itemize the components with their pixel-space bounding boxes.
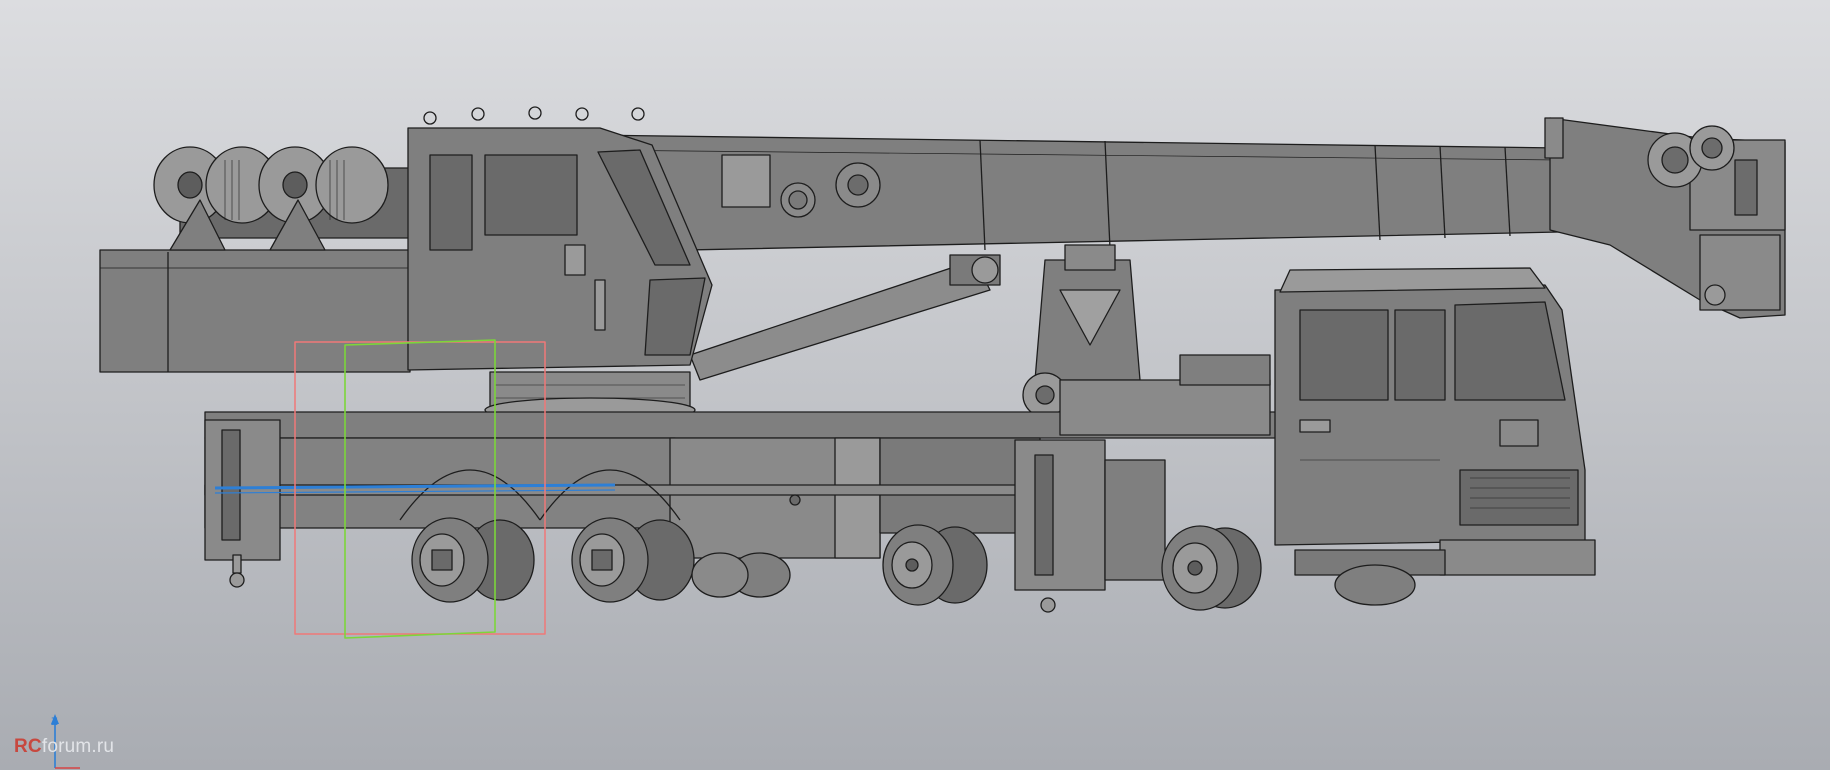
luffing-cylinder[interactable]	[689, 254, 1001, 381]
3d-viewport[interactable]: Z RCforum.ru	[0, 0, 1830, 770]
watermark-rc: RC	[14, 736, 42, 757]
front-outrigger[interactable]	[1014, 439, 1166, 613]
counterweight-platform[interactable]	[99, 249, 411, 373]
wheel[interactable]	[571, 517, 695, 603]
watermark: RCforum.ru	[14, 736, 114, 758]
z-axis-label: Z	[51, 716, 58, 728]
wheel[interactable]	[1334, 564, 1416, 606]
wheel[interactable]	[691, 552, 791, 598]
rear-outrigger[interactable]	[204, 419, 281, 588]
winch-drums[interactable]	[153, 146, 411, 251]
wheel[interactable]	[1161, 525, 1262, 611]
watermark-domain: forum.ru	[41, 736, 115, 757]
boom-head[interactable]	[1544, 117, 1786, 319]
crane-truck-model[interactable]: Z	[0, 0, 1830, 770]
truck-cab[interactable]	[1274, 267, 1596, 576]
wheel[interactable]	[411, 517, 535, 603]
wheel[interactable]	[882, 524, 988, 606]
telescopic-boom[interactable]	[589, 134, 1561, 253]
